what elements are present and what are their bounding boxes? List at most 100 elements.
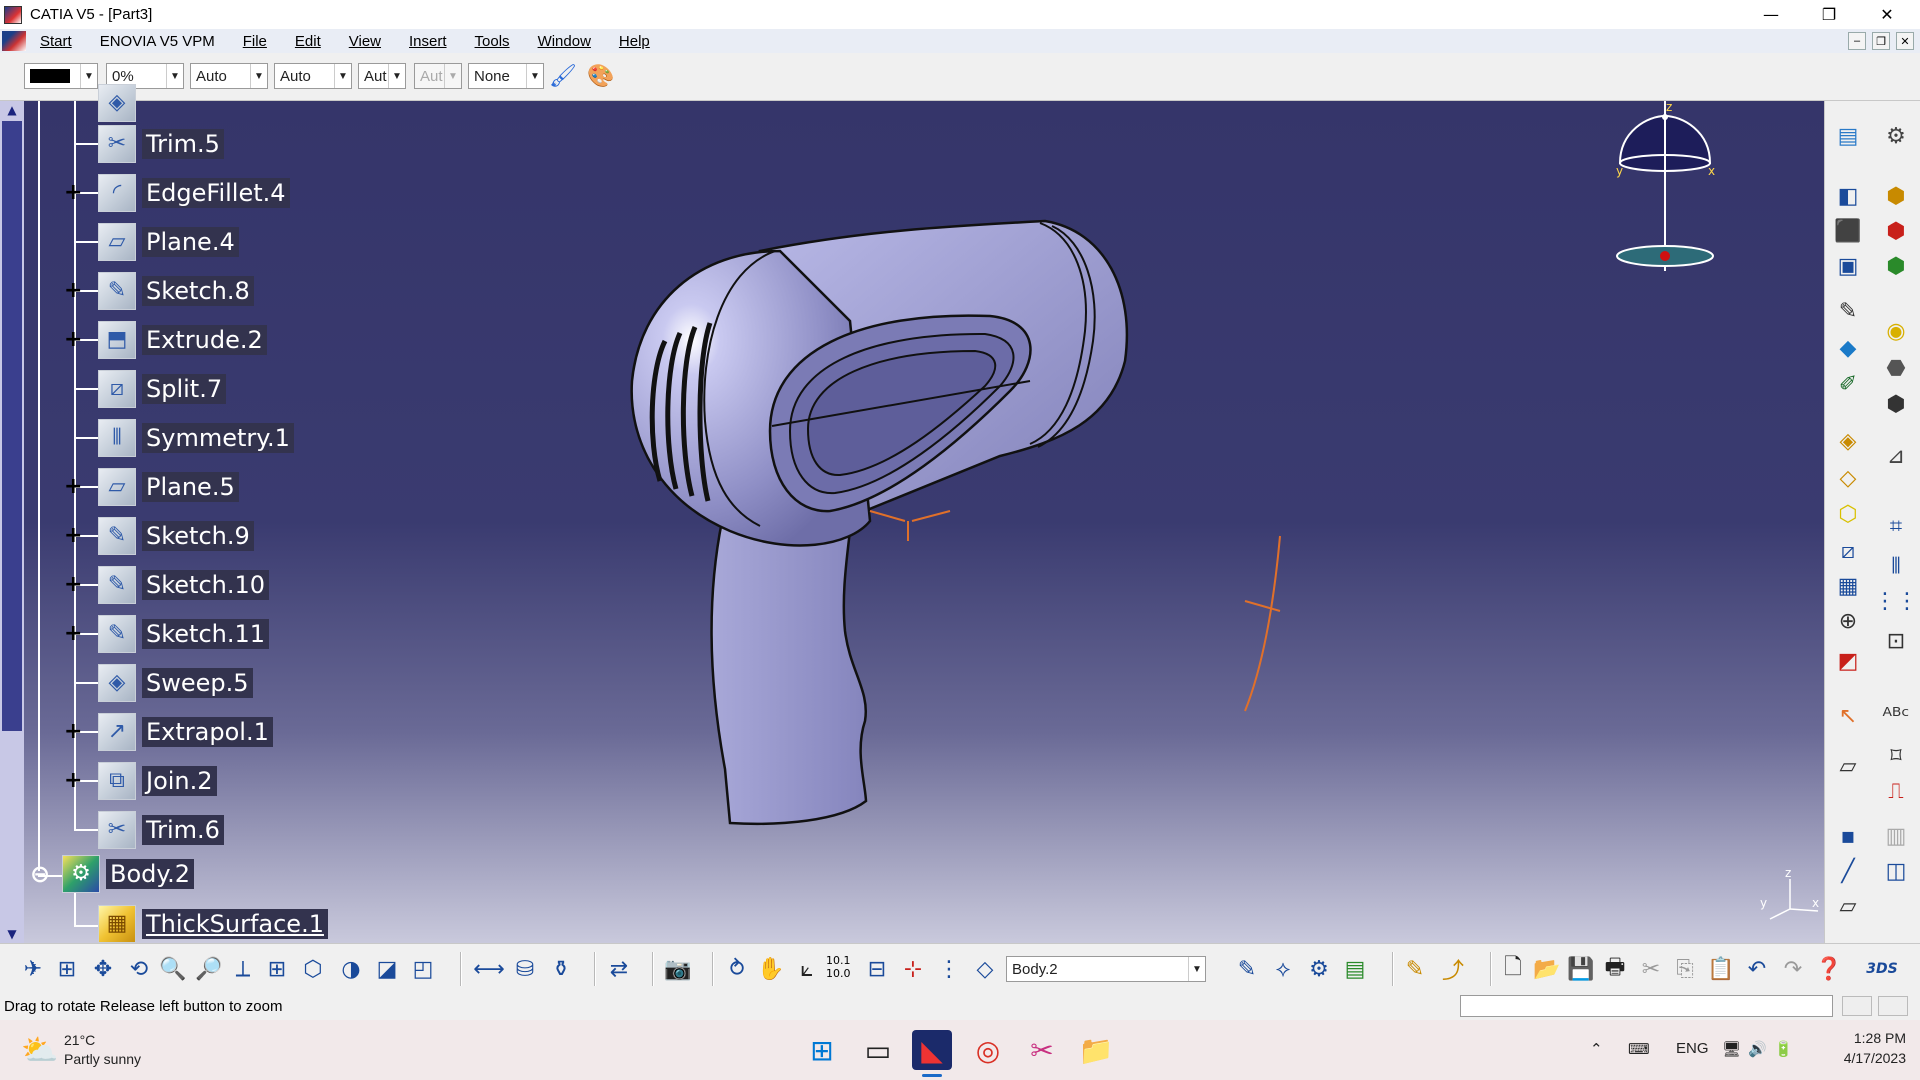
tree-item[interactable]: ✎ Sketch.9: [98, 517, 254, 555]
menu-tools[interactable]: Tools: [461, 33, 524, 50]
sketcher-icon[interactable]: ◧: [1833, 181, 1863, 211]
point-type-combo[interactable]: Aut ▼: [358, 63, 406, 89]
layer-combo[interactable]: None ▼: [468, 63, 544, 89]
point-icon[interactable]: ▪: [1833, 821, 1863, 851]
tree-item[interactable]: ✎ Sketch.8: [98, 272, 254, 310]
pattern-icon[interactable]: ▦: [1833, 571, 1863, 601]
select-icon[interactable]: ↖: [1833, 701, 1863, 731]
collapse-icon[interactable]: ⊖: [30, 862, 50, 886]
rect-pattern-icon[interactable]: ⋮⋮: [1874, 586, 1918, 616]
status-button-1[interactable]: [1842, 996, 1872, 1016]
constraint-icon[interactable]: ⋮: [934, 954, 964, 984]
current-body-combo[interactable]: Body.2 ▼: [1006, 956, 1206, 982]
rotate-icon[interactable]: ⟲: [124, 954, 154, 984]
windows-start-icon[interactable]: ⊞: [802, 1030, 842, 1070]
tree-item[interactable]: ✂ Trim.6: [98, 811, 224, 849]
tree-item[interactable]: ▱ Plane.4: [98, 223, 239, 261]
render-icon[interactable]: ⚙: [1304, 954, 1334, 984]
pocket-icon[interactable]: ⬢: [1881, 216, 1911, 246]
stamp-icon[interactable]: ⎍: [1881, 776, 1911, 806]
shell-icon[interactable]: ◇: [1833, 463, 1863, 493]
chevron-down-icon[interactable]: ▼: [334, 64, 351, 88]
shaft-icon[interactable]: ⬢: [1881, 251, 1911, 281]
box-icon[interactable]: ◈: [1833, 426, 1863, 456]
terminal-icon[interactable]: ▭: [858, 1030, 898, 1070]
thickness-icon[interactable]: ⬡: [1833, 499, 1863, 529]
plane-ref-icon[interactable]: ▱: [1833, 891, 1863, 921]
menu-view[interactable]: View: [335, 33, 395, 50]
clock-time[interactable]: 1:28 PM: [1820, 1030, 1906, 1046]
tree-item-thicksurface[interactable]: ▦ ThickSurface.1: [98, 905, 328, 943]
tree-item[interactable]: ◜ EdgeFillet.4: [98, 174, 290, 212]
clock-date[interactable]: 4/17/2023: [1820, 1050, 1906, 1066]
scaling-icon[interactable]: ⊡: [1881, 626, 1911, 656]
expand-icon[interactable]: +: [64, 623, 82, 645]
zoom-out-icon[interactable]: 🔎: [194, 954, 224, 984]
expand-icon[interactable]: +: [64, 329, 82, 351]
model-render[interactable]: z y x z x y: [0, 101, 1824, 943]
scroll-down-icon[interactable]: ▼: [0, 925, 24, 943]
tree-scrollbar[interactable]: ▲ ▼: [0, 101, 24, 943]
expand-icon[interactable]: +: [64, 525, 82, 547]
fill-color-combo[interactable]: ▼: [24, 63, 98, 89]
apply-material-icon[interactable]: ⚱: [546, 954, 576, 984]
tree-item[interactable]: ↗ Extrapol.1: [98, 713, 273, 751]
painter-icon[interactable]: 🖌: [548, 61, 578, 91]
tree-item[interactable]: ▱ Plane.5: [98, 468, 239, 506]
fit-all-icon[interactable]: ⊞: [52, 954, 82, 984]
open-file-icon[interactable]: 📂: [1532, 954, 1562, 984]
menu-enovia[interactable]: ENOVIA V5 VPM: [86, 33, 229, 50]
chevron-down-icon[interactable]: ▼: [166, 64, 183, 88]
power-input-field[interactable]: [1460, 995, 1833, 1017]
expand-icon[interactable]: +: [64, 721, 82, 743]
split-icon[interactable]: ⧄: [1833, 536, 1863, 566]
language-indicator[interactable]: ENG: [1676, 1040, 1709, 1057]
mdi-minimize-button[interactable]: –: [1848, 32, 1866, 50]
expand-icon[interactable]: +: [64, 182, 82, 204]
weather-icon[interactable]: ⛅: [20, 1030, 60, 1070]
line-thickness-combo[interactable]: Auto ▼: [190, 63, 268, 89]
mdi-restore-button[interactable]: ❐: [1872, 32, 1890, 50]
normal-view-icon[interactable]: ⟂: [228, 954, 258, 984]
tree-item[interactable]: ⫴ Symmetry.1: [98, 419, 294, 457]
reference-icon[interactable]: ⊕: [1833, 606, 1863, 636]
chevron-down-icon[interactable]: ▼: [526, 64, 543, 88]
weather-temp[interactable]: 21°C: [64, 1032, 95, 1048]
tree-item-body[interactable]: ⚙ Body.2: [62, 855, 195, 893]
axis-icon[interactable]: ◫: [1881, 856, 1911, 886]
solid-icon[interactable]: ⬢: [1881, 389, 1911, 419]
close-button[interactable]: ✕: [1858, 0, 1916, 29]
scrollbar-thumb[interactable]: [2, 121, 22, 731]
menu-start[interactable]: Start: [26, 33, 86, 50]
shading-icon[interactable]: ◑: [336, 954, 366, 984]
hole-icon[interactable]: ◉: [1881, 316, 1911, 346]
new-file-icon[interactable]: 🗋: [1498, 954, 1528, 984]
chevron-down-icon[interactable]: ▼: [250, 64, 267, 88]
catia-menu-icon[interactable]: [2, 31, 26, 51]
linetype-combo[interactable]: Auto ▼: [274, 63, 352, 89]
edit-sketch-icon[interactable]: ✎: [1400, 954, 1430, 984]
weather-text[interactable]: Partly sunny: [64, 1051, 141, 1067]
catia-taskbar-icon[interactable]: ◣: [912, 1030, 952, 1070]
exit-workbench-icon[interactable]: ⤴: [1438, 954, 1468, 984]
flag-note-icon[interactable]: ⌑: [1881, 741, 1911, 771]
mirror-icon[interactable]: ⫴: [1881, 551, 1911, 581]
layers-icon[interactable]: ▤: [1340, 954, 1370, 984]
menu-file[interactable]: File: [229, 33, 281, 50]
expand-icon[interactable]: +: [64, 280, 82, 302]
transform-icon[interactable]: ⌗: [1881, 511, 1911, 541]
print-icon[interactable]: 🖶: [1600, 954, 1630, 984]
save-icon[interactable]: 💾: [1566, 954, 1596, 984]
tree-item[interactable]: ✎ Sketch.10: [98, 566, 270, 604]
hand-icon[interactable]: ✋: [756, 954, 786, 984]
iso-view-icon[interactable]: ⬡: [298, 954, 328, 984]
tools-icon[interactable]: ⬛: [1833, 216, 1863, 246]
work-object-icon[interactable]: ◇: [970, 954, 1000, 984]
chrome-icon[interactable]: ◎: [968, 1030, 1008, 1070]
sketch-based-icon[interactable]: ✐: [1833, 369, 1863, 399]
multi-view-icon[interactable]: ⊞: [262, 954, 292, 984]
zoom-in-icon[interactable]: 🔍: [158, 954, 188, 984]
maximize-button[interactable]: ❐: [1800, 0, 1858, 29]
paste-icon[interactable]: 📋: [1706, 954, 1736, 984]
scroll-up-icon[interactable]: ▲: [0, 101, 24, 119]
